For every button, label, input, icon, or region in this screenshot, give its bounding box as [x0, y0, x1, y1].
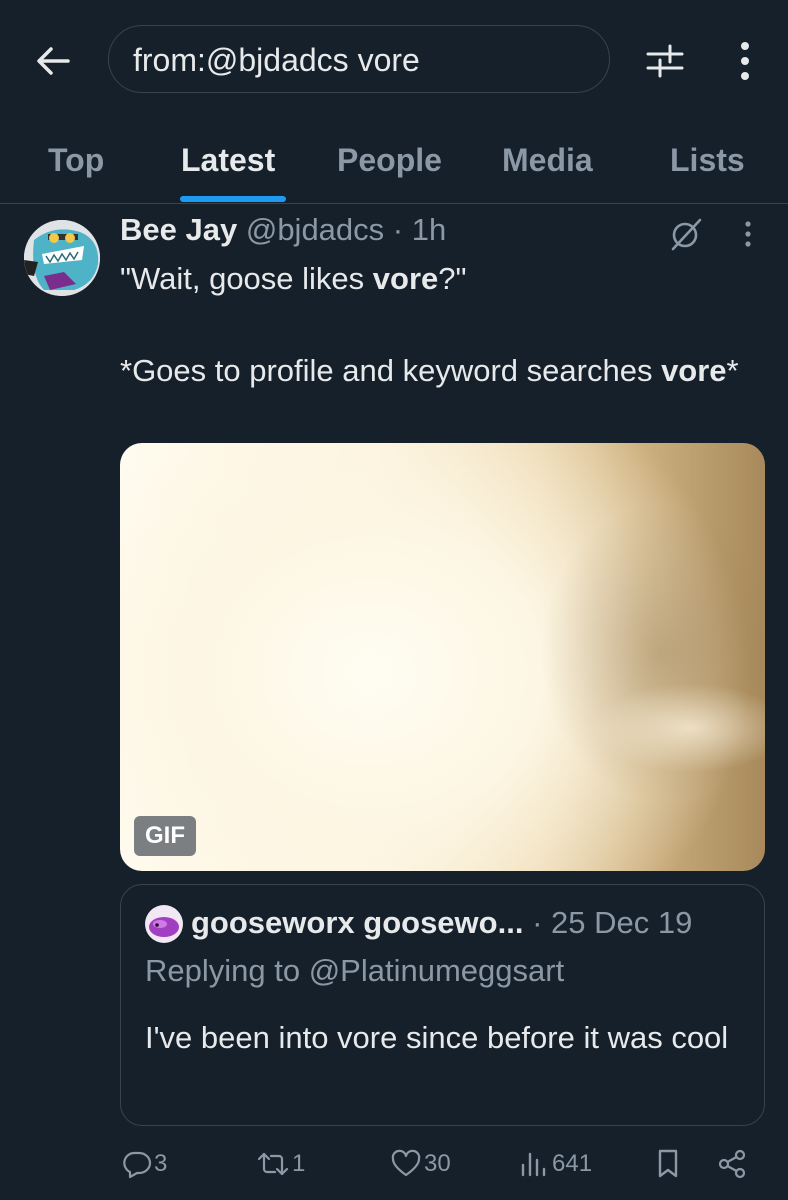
bookmark-icon — [658, 1149, 678, 1178]
retweet-button[interactable]: 1 — [256, 1146, 305, 1182]
more-options-button[interactable] — [728, 36, 762, 86]
avatar[interactable] — [24, 220, 100, 296]
quote-avatar — [145, 905, 183, 943]
reply-count: 3 — [154, 1150, 168, 1177]
post-more-button[interactable] — [738, 216, 758, 252]
like-count: 30 — [424, 1150, 451, 1177]
grok-button[interactable] — [668, 216, 704, 252]
search-box[interactable] — [108, 25, 610, 93]
author-handle-time: @bjdadcs · 1h — [245, 212, 447, 247]
quote-header: gooseworx goosewo... · 25 Dec 19 — [191, 905, 692, 941]
share-button[interactable] — [716, 1146, 748, 1182]
grok-icon — [671, 218, 702, 251]
quote-text: I've been into vore since before it was … — [145, 1020, 729, 1055]
retweet-icon — [257, 1152, 289, 1176]
search-input[interactable] — [133, 40, 593, 80]
quoted-tweet[interactable]: gooseworx goosewo... · 25 Dec 19 Replyin… — [120, 884, 765, 1126]
more-vertical-icon — [745, 221, 751, 247]
reply-icon — [123, 1151, 152, 1179]
tab-top[interactable]: Top — [48, 142, 104, 179]
tab-media[interactable]: Media — [502, 142, 593, 179]
quote-replying-to: Replying to @Platinumeggsart — [145, 953, 565, 988]
post-header: Bee Jay @bjdadcs · 1h — [120, 212, 446, 248]
retweet-count: 1 — [292, 1150, 306, 1177]
tab-people[interactable]: People — [337, 142, 442, 179]
views-count: 641 — [552, 1150, 593, 1177]
share-icon — [718, 1149, 746, 1179]
like-button[interactable]: 30 — [390, 1146, 451, 1182]
bookmark-button[interactable] — [654, 1146, 682, 1182]
author-name[interactable]: Bee Jay — [120, 212, 237, 247]
back-button[interactable] — [30, 38, 76, 84]
arrow-left-icon — [37, 47, 70, 75]
active-tab-indicator — [180, 196, 286, 202]
tweet-text: "Wait, goose likes vore?" *Goes to profi… — [120, 261, 739, 388]
tab-latest[interactable]: Latest — [181, 142, 275, 179]
quote-meta: · 25 Dec 19 — [532, 905, 693, 940]
heart-icon — [391, 1149, 421, 1177]
views-button[interactable]: 641 — [518, 1146, 592, 1182]
views-icon — [521, 1152, 546, 1177]
search-tabs: Top Latest People Media Lists — [0, 120, 788, 204]
gif-badge: GIF — [134, 816, 196, 856]
gif-media[interactable]: GIF — [120, 443, 765, 871]
reply-button[interactable]: 3 — [122, 1146, 167, 1182]
quote-author-name: gooseworx goosewo... — [191, 905, 524, 940]
more-vertical-icon — [741, 42, 749, 80]
sliders-icon — [646, 44, 684, 78]
tab-lists[interactable]: Lists — [670, 142, 745, 179]
filter-button[interactable] — [640, 38, 690, 84]
top-bar — [0, 0, 788, 120]
